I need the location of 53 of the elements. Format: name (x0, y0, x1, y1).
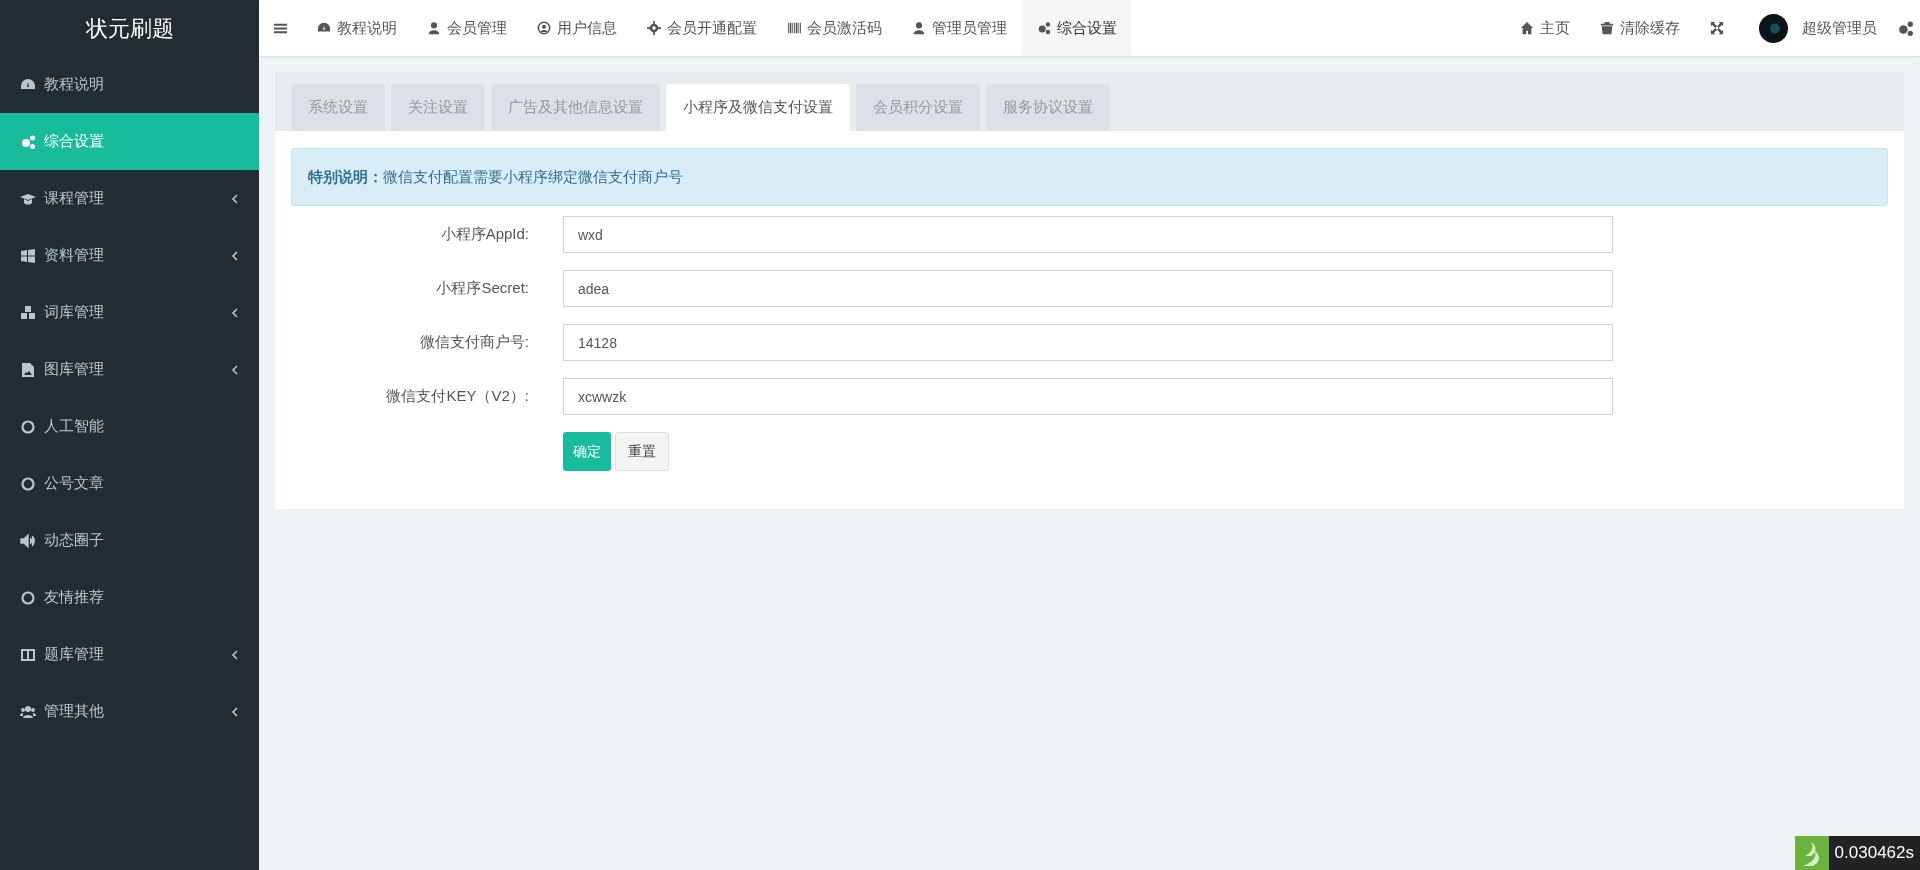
nav-tab[interactable]: 会员激活码 (772, 0, 897, 56)
app-title: 状元刷题 (85, 14, 174, 43)
field-label: 微信支付商户号: (418, 332, 530, 353)
user-icon (427, 21, 441, 35)
sidebar-item[interactable]: 图库管理 (0, 341, 259, 398)
input-field[interactable]: adea (563, 270, 1613, 307)
user-menu[interactable]: 超级管理员 (1739, 0, 1897, 56)
sidebar-item[interactable]: 人工智能 (0, 398, 259, 455)
user-icon (912, 21, 926, 35)
cubes-icon (20, 304, 36, 321)
sidebar-item[interactable]: 课程管理 (0, 170, 259, 227)
nav-tab[interactable]: 会员管理 (412, 0, 522, 56)
sidebar-item[interactable]: 友情推荐 (0, 569, 259, 626)
nav-link[interactable]: 主页 (1505, 0, 1585, 56)
nav-tab[interactable]: 会员开通配置 (632, 0, 772, 56)
nav-link[interactable]: 清除缓存 (1585, 0, 1695, 56)
logo-icon (1794, 836, 1829, 870)
expand-icon[interactable] (1710, 21, 1724, 35)
barcode-icon (787, 21, 801, 35)
field-label: 微信支付KEY（V2）: (385, 386, 530, 407)
users-icon (20, 703, 36, 720)
input-field[interactable]: xcwwzk (563, 378, 1613, 415)
notice-text: 特别说明：微信支付配置需要小程序绑定微信支付商户号 (291, 147, 1888, 206)
nav-tab[interactable]: 用户信息 (522, 0, 632, 56)
nav-tab[interactable]: 管理员管理 (897, 0, 1022, 56)
user-circle-icon (537, 21, 551, 35)
field-label: 小程序AppId: (439, 224, 530, 245)
sidebar-item[interactable]: 公号文章 (0, 455, 259, 512)
nav-tab[interactable]: 教程说明 (302, 0, 412, 56)
sidebar-item[interactable]: 资料管理 (0, 227, 259, 284)
speaker-icon (20, 532, 36, 549)
sidebar-item[interactable]: 题库管理 (0, 626, 259, 683)
field-label: 小程序Secret: (435, 278, 530, 299)
sidebar-item[interactable]: 管理其他 (0, 683, 259, 740)
image-icon (20, 361, 36, 378)
gauge-icon (317, 21, 331, 35)
reset-button[interactable]: 重置 (615, 432, 669, 471)
trash-icon (1600, 21, 1614, 35)
circle-icon (20, 475, 36, 492)
columns-icon (20, 646, 36, 663)
circle-icon (20, 589, 36, 606)
avatar-icon (1759, 13, 1788, 43)
home-icon (1520, 21, 1534, 35)
input-field[interactable]: 14128 (563, 324, 1613, 361)
sidebar-item[interactable]: 动态圈子 (0, 512, 259, 569)
sidebar-item[interactable]: 教程说明 (0, 56, 259, 113)
nav-tab[interactable]: 综合设置 (1022, 0, 1132, 56)
tab[interactable]: 小程序及微信支付设置 (666, 84, 850, 131)
input-field[interactable]: wxd (563, 216, 1613, 253)
sidebar-item[interactable]: 词库管理 (0, 284, 259, 341)
windows-icon (20, 247, 36, 264)
timer-text: 0.030462s (1828, 836, 1920, 870)
circle-icon (20, 418, 36, 435)
